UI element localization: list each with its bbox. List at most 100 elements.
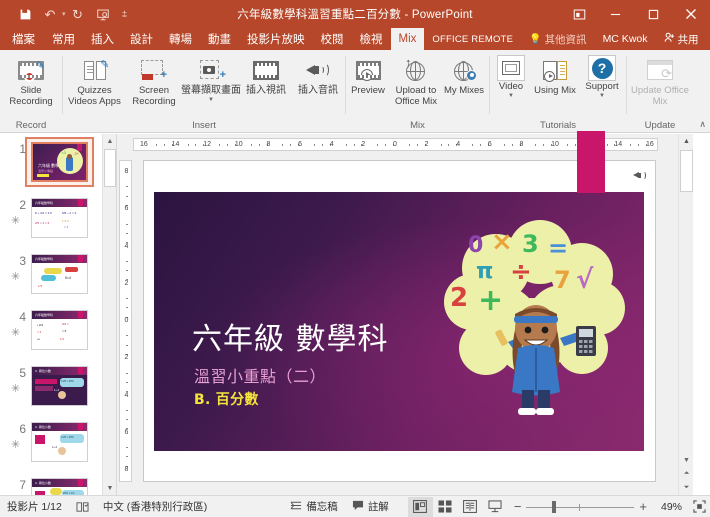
undo-icon[interactable]: ↶ xyxy=(39,3,61,25)
tab-home[interactable]: 常用 xyxy=(44,28,83,50)
chevron-down-icon[interactable]: ▼ xyxy=(599,93,605,99)
close-button[interactable] xyxy=(672,0,710,28)
slide-thumbnail-2[interactable]: 2 ✳ 六年級數學科 8 + 3/4 = 3.5 5/8 ÷ 2 = 3 2/5… xyxy=(0,198,103,248)
chevron-down-icon[interactable]: ▼ xyxy=(208,97,214,103)
tab-office-remote[interactable]: OFFICE REMOTE xyxy=(424,28,521,50)
zoom-control[interactable]: − + 49% xyxy=(508,499,688,514)
tab-slide-show[interactable]: 投影片放映 xyxy=(239,28,313,50)
account-name[interactable]: MC Kwok xyxy=(595,28,656,50)
ruler-tick: 12 xyxy=(203,141,212,148)
editor-scrollbar[interactable]: ▲ ▼ ⏶ ⏷ xyxy=(678,134,693,495)
scroll-down-button[interactable]: ▼ xyxy=(679,453,694,467)
using-mix-button[interactable]: Using Mix xyxy=(532,53,578,96)
tab-file[interactable]: 檔案 xyxy=(0,28,44,50)
ruler-minor-tick xyxy=(567,144,569,146)
screen-recording-icon: + xyxy=(141,55,167,85)
tab-design[interactable]: 設計 xyxy=(122,28,161,50)
zoom-out-button[interactable]: − xyxy=(514,499,522,514)
slide-thumbnail-5[interactable]: 5 ✳ C. 兩位小數 0.25 = 25% 1÷4 xyxy=(0,366,103,416)
thumbnail-image[interactable]: 六年級數學科 • 2/3 3/4 × × 5 = 8 ••• 1/2 xyxy=(31,310,88,350)
customize-qat-icon[interactable]: ⩲ xyxy=(117,3,133,25)
video-label: Video xyxy=(498,81,524,92)
reading-view-button[interactable] xyxy=(458,497,483,517)
insert-video-icon xyxy=(253,55,279,85)
slide-thumbnail-6[interactable]: 6 ✳ C. 兩位小數 0.25 = 25% 1÷4 xyxy=(0,422,103,472)
zoom-slider-handle[interactable] xyxy=(552,500,557,513)
proofing-icon[interactable] xyxy=(69,496,96,517)
collapse-ribbon-button[interactable]: ∧ xyxy=(699,119,706,130)
slide-body-text[interactable]: B. 百分數 xyxy=(194,389,259,409)
zoom-in-button[interactable]: + xyxy=(639,499,647,514)
tab-view[interactable]: 檢視 xyxy=(352,28,391,50)
slide-thumbnail-1[interactable]: 1 六年級 數學科 溫習小重點 2+ ×3 xyxy=(0,137,103,192)
insert-video-button[interactable]: 插入視訊 xyxy=(240,53,292,96)
slide-number: 6 xyxy=(19,422,26,436)
redo-icon[interactable]: ↻ xyxy=(67,3,89,25)
scrollbar-thumb[interactable] xyxy=(104,149,116,187)
support-button[interactable]: ? Support ▼ xyxy=(578,53,626,99)
insert-audio-button[interactable]: 插入音訊 xyxy=(292,53,344,96)
chevron-down-icon[interactable]: ▼ xyxy=(508,93,514,99)
preview-button[interactable]: Preview xyxy=(346,53,390,96)
scrollbar-thumb[interactable] xyxy=(680,150,693,192)
ruler-minor-tick xyxy=(321,144,323,146)
save-icon[interactable] xyxy=(14,3,36,25)
slide-thumbnail-7[interactable]: 7 ✳ C. 兩位小數 25% = 1/4 4.25 xyxy=(0,478,103,495)
thumbnail-image[interactable]: C. 兩位小數 25% = 1/4 4.25 xyxy=(31,478,88,495)
slide-counter[interactable]: 投影片 1/12 xyxy=(0,496,69,517)
tab-insert[interactable]: 插入 xyxy=(83,28,122,50)
share-button[interactable]: 共用 xyxy=(656,28,707,50)
screen-recording-button[interactable]: + Screen Recording xyxy=(126,53,182,107)
tell-me-label: 其他資訊 xyxy=(544,33,587,46)
start-presentation-icon[interactable] xyxy=(92,3,114,25)
ribbon: ✎ Slide Recording Record ✎ Quizzes Video… xyxy=(0,50,710,133)
tab-mix[interactable]: Mix xyxy=(390,28,425,50)
thumbnail-scrollbar[interactable]: ▲ ▼ xyxy=(102,134,116,495)
thumbnail-image[interactable]: 六年級數學科 8 + 3/4 = 3.5 5/8 ÷ 2 = 3 2/5 × 4… xyxy=(31,198,88,238)
tab-transitions[interactable]: 轉場 xyxy=(161,28,200,50)
zoom-slider[interactable] xyxy=(526,500,635,514)
vertical-ruler[interactable]: 8 6 4 2 0 2 4 6 8 xyxy=(119,160,132,482)
tell-me-box[interactable]: 💡 其他資訊 xyxy=(521,28,594,50)
language-indicator[interactable]: 中文 (香港特別行政區) xyxy=(96,496,214,517)
ribbon-display-options-icon[interactable] xyxy=(562,0,596,28)
notes-button[interactable]: 備忘稿 xyxy=(283,496,345,517)
scroll-down-button[interactable]: ▼ xyxy=(103,481,116,495)
ruler-minor-tick xyxy=(377,144,379,146)
slide-thumbnail-4[interactable]: 4 ✳ 六年級數學科 • 2/3 3/4 × × 5 = 8 ••• 1/2 xyxy=(0,310,103,360)
notes-label: 備忘稿 xyxy=(306,501,338,513)
minimize-button[interactable] xyxy=(596,0,634,28)
video-button[interactable]: Video ▼ xyxy=(490,53,532,99)
next-slide-button[interactable]: ⏷ xyxy=(679,481,694,495)
quizzes-videos-apps-button[interactable]: ✎ Quizzes Videos Apps xyxy=(63,53,126,108)
thumbnail-image[interactable]: 六年級 數學科 溫習小重點 2+ ×3 xyxy=(31,142,88,182)
tab-review[interactable]: 校閱 xyxy=(313,28,352,50)
slide-title-text[interactable]: 六年級 數學科 xyxy=(192,324,389,356)
slide-subtitle-text[interactable]: 溫習小重點（二） xyxy=(194,363,326,387)
thumbnail-image[interactable]: 六年級數學科 5=4 1/3 xyxy=(31,254,88,294)
audio-speaker-icon[interactable] xyxy=(633,169,647,181)
slide-canvas[interactable]: 0 × 3 = π ÷ 7 √ 2 + 六年級 數學科 溫習小重點（二） B. … xyxy=(143,131,656,482)
thumbnail-image[interactable]: C. 兩位小數 0.25 = 25% 1÷4 xyxy=(31,366,88,406)
tab-animations[interactable]: 動畫 xyxy=(200,28,239,50)
scroll-up-button[interactable]: ▲ xyxy=(679,134,694,149)
comments-button[interactable]: 註解 xyxy=(345,496,396,517)
my-mixes-button[interactable]: My Mixes xyxy=(442,53,486,96)
thumbnail-image[interactable]: C. 兩位小數 0.25 = 25% 1÷4 xyxy=(31,422,88,462)
fit-slide-icon[interactable] xyxy=(688,497,710,517)
undo-dropdown-icon[interactable]: ▾ xyxy=(62,10,66,18)
maximize-button[interactable] xyxy=(634,0,672,28)
slide-thumbnail-3[interactable]: 3 ✳ 六年級數學科 5=4 1/3 xyxy=(0,254,103,304)
ruler-tick: 2 xyxy=(124,354,129,362)
upload-to-office-mix-button[interactable]: ↑ Upload to Office Mix xyxy=(390,53,442,107)
screenshot-button[interactable]: + 螢幕擷取畫面 ▼ xyxy=(181,53,241,103)
slide-number: 3 xyxy=(19,254,26,268)
current-slide[interactable]: 0 × 3 = π ÷ 7 √ 2 + 六年級 數學科 溫習小重點（二） B. … xyxy=(154,192,644,451)
normal-view-button[interactable] xyxy=(407,496,433,517)
scroll-up-button[interactable]: ▲ xyxy=(103,134,116,148)
zoom-level[interactable]: 49% xyxy=(652,501,682,513)
slide-show-button[interactable] xyxy=(483,497,508,517)
slide-recording-button[interactable]: ✎ Slide Recording xyxy=(0,53,62,108)
slide-sorter-view-button[interactable] xyxy=(433,497,458,517)
previous-slide-button[interactable]: ⏶ xyxy=(679,467,694,481)
